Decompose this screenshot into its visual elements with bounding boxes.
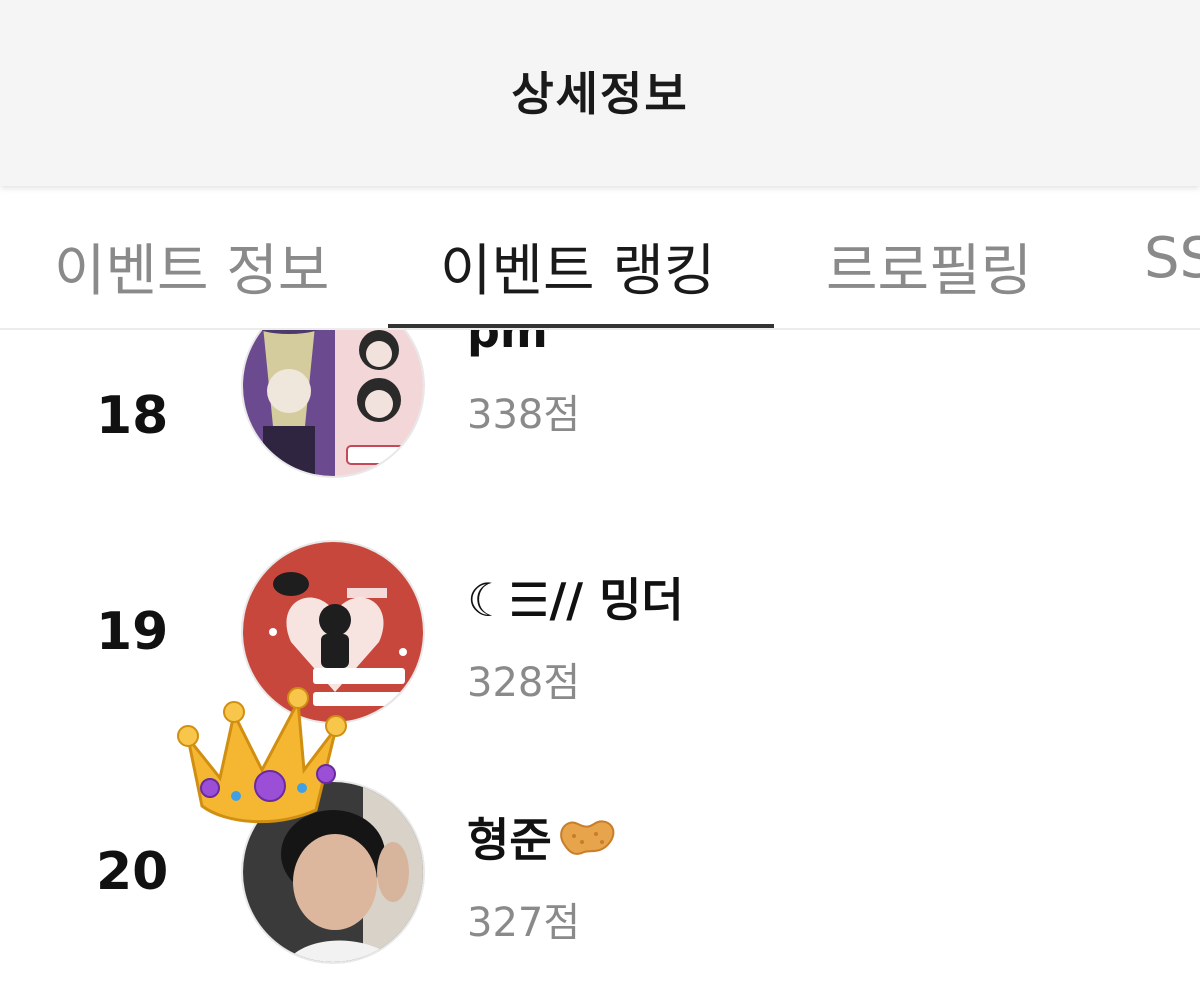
rank-number: 18 — [96, 386, 169, 446]
tab-event-info[interactable]: 이벤트 정보 — [54, 226, 329, 307]
tab-more[interactable]: SS — [1144, 226, 1200, 291]
app-header: 상세정보 — [0, 0, 1200, 186]
rank-number: 19 — [96, 602, 169, 662]
tab-profiling[interactable]: 르로필링 — [826, 226, 1032, 307]
avatar-image — [243, 330, 423, 476]
tab-bar: 이벤트 정보 이벤트 랭킹 르로필링 SS — [0, 188, 1200, 330]
user-name: ☾☰// 밍더 — [467, 573, 684, 627]
crown-icon — [166, 678, 350, 828]
user-name: 형준 — [467, 804, 618, 873]
user-avatar[interactable] — [241, 330, 425, 478]
ranking-list[interactable]: 18 pm 338점 19 ☾☰// 밍더 328점 20 형준 327점 — [0, 330, 1200, 1002]
user-score: 328점 — [467, 660, 581, 706]
active-tab-indicator — [388, 324, 774, 328]
page-title: 상세정보 — [511, 67, 689, 121]
user-score: 338점 — [467, 392, 581, 438]
peanut-icon — [556, 814, 618, 873]
user-score: 327점 — [467, 900, 581, 946]
user-name: pm — [467, 330, 548, 358]
ranking-row[interactable]: 18 pm 338점 — [0, 330, 1200, 534]
user-name-text: 형준 — [467, 813, 552, 867]
rank-number: 20 — [96, 842, 169, 902]
tab-event-ranking[interactable]: 이벤트 랭킹 — [440, 226, 715, 307]
